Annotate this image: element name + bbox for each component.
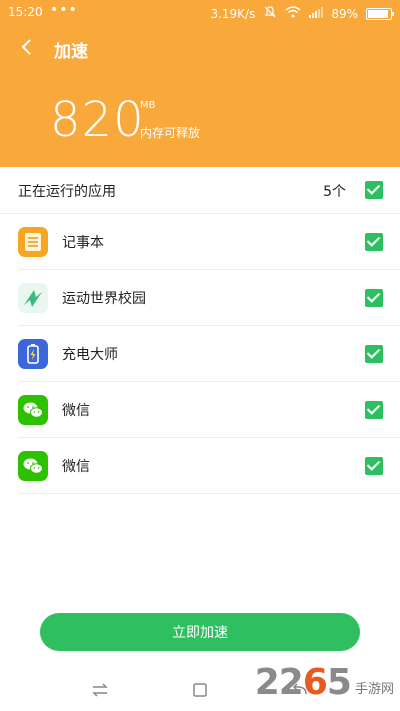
app-checkbox[interactable] xyxy=(365,401,383,419)
app-count: 5个 xyxy=(323,184,346,200)
status-dots: ••• xyxy=(50,2,78,18)
mute-icon xyxy=(263,5,277,22)
app-checkbox[interactable] xyxy=(365,345,383,363)
app-name: 运动世界校园 xyxy=(62,291,146,307)
status-right: 3.19K/s 89% xyxy=(210,5,394,22)
battery-level: 89% xyxy=(331,6,358,21)
list-item[interactable]: 微信 xyxy=(18,382,400,438)
battery-icon xyxy=(366,7,394,20)
wechat-icon xyxy=(18,451,48,481)
list-item[interactable]: 充电大师 xyxy=(18,326,400,382)
list-item[interactable]: 记事本 xyxy=(18,214,400,270)
switch-apps-button[interactable] xyxy=(90,680,110,700)
select-all-checkbox[interactable] xyxy=(365,181,383,199)
wifi-icon xyxy=(285,6,301,21)
notepad-icon xyxy=(18,227,48,257)
toolbar: 加速 xyxy=(0,30,400,66)
app-name: 微信 xyxy=(62,459,90,475)
app-checkbox[interactable] xyxy=(365,289,383,307)
memory-value: 820 xyxy=(50,92,145,148)
status-bar: 15:20 ••• 3.19K/s 89% xyxy=(0,0,400,24)
swap-arrows-icon xyxy=(92,683,108,697)
list-header: 正在运行的应用 5个 xyxy=(0,167,400,214)
memory-unit: MB xyxy=(140,100,156,111)
network-speed: 3.19K/s xyxy=(210,6,256,21)
watermark-site: 手游网 xyxy=(354,681,394,697)
list-item[interactable]: 微信 xyxy=(18,438,400,494)
square-icon xyxy=(193,683,207,697)
status-time: 15:20 xyxy=(8,5,43,19)
app-checkbox[interactable] xyxy=(365,233,383,251)
sports-campus-icon xyxy=(18,283,48,313)
signal-icon xyxy=(309,6,324,21)
app-name: 记事本 xyxy=(62,235,104,251)
header: 15:20 ••• 3.19K/s 89% 加速 820 MB 内存可释放 xyxy=(0,0,400,167)
speed-up-button[interactable]: 立即加速 xyxy=(40,613,360,651)
app-checkbox[interactable] xyxy=(365,457,383,475)
chevron-left-icon xyxy=(21,39,31,55)
memory-summary: 820 MB 内存可释放 xyxy=(50,92,200,148)
page-title: 加速 xyxy=(54,42,88,62)
watermark-logo: 2265 手游网 xyxy=(255,660,394,706)
home-button[interactable] xyxy=(190,680,210,700)
list-header-label: 正在运行的应用 xyxy=(18,184,116,200)
memory-description: 内存可释放 xyxy=(140,126,201,140)
watermark-digits: 2265 xyxy=(254,662,352,703)
back-button[interactable] xyxy=(14,34,40,60)
app-name: 充电大师 xyxy=(62,347,118,363)
app-name: 微信 xyxy=(62,403,90,419)
wechat-icon xyxy=(18,395,48,425)
list-item[interactable]: 运动世界校园 xyxy=(18,270,400,326)
running-apps-list: 正在运行的应用 5个 记事本 运动世界校园 充电大师 微信 微信 xyxy=(0,167,400,494)
charge-master-icon xyxy=(18,339,48,369)
